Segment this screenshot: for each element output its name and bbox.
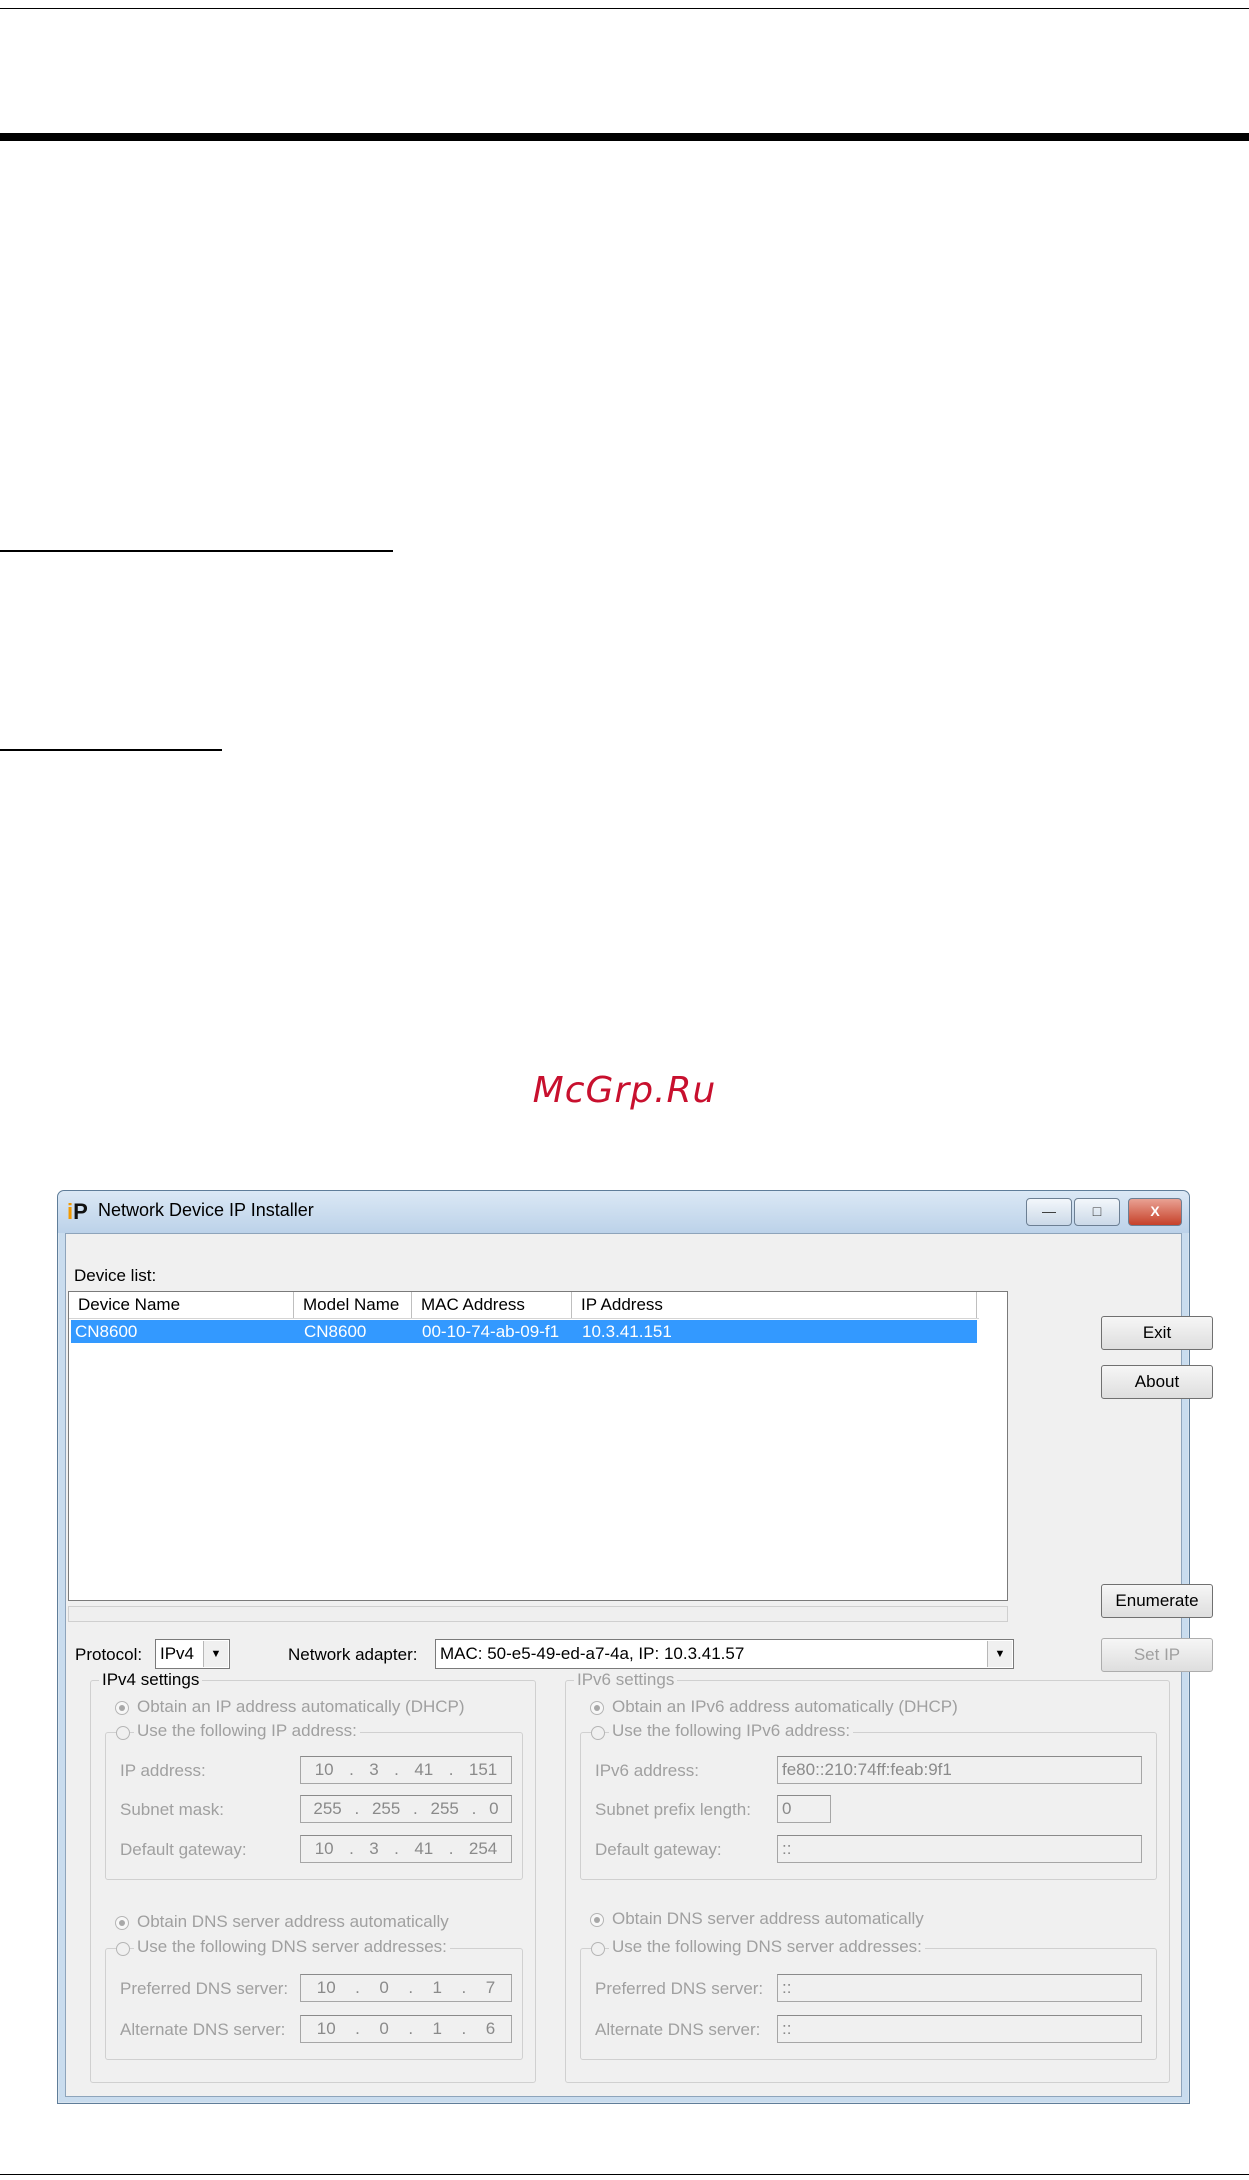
- mac-address-cell: 00-10-74-ab-09-f1: [422, 1322, 560, 1341]
- window-title: Network Device IP Installer: [98, 1200, 314, 1220]
- about-button[interactable]: About: [1101, 1365, 1213, 1399]
- alternate-dns-label: Alternate DNS server:: [120, 2020, 286, 2039]
- ipv4-manual-label: Use the following IP address:: [134, 1721, 360, 1741]
- default-gateway-field[interactable]: 10. 3. 41. 254: [300, 1835, 512, 1863]
- protocol-label: Protocol:: [75, 1645, 143, 1664]
- subnet-prefix-length-field[interactable]: 0: [777, 1795, 831, 1823]
- title-bar[interactable]: iP Network Device IP Installer — □ X: [58, 1191, 1189, 1233]
- ipv6-default-gateway-label: Default gateway:: [595, 1840, 722, 1859]
- set-ip-button[interactable]: Set IP: [1101, 1638, 1213, 1672]
- ipv6-dhcp-label: Obtain an IPv6 address automatically (DH…: [612, 1697, 958, 1716]
- ipv4-dns-manual-label: Use the following DNS server addresses:: [134, 1937, 450, 1957]
- ipv4-manual-group: Use the following IP address: IP address…: [105, 1721, 523, 1880]
- ipv4-dhcp-radio[interactable]: [115, 1701, 129, 1715]
- ipv6-dns-manual-group: Use the following DNS server addresses: …: [580, 1937, 1157, 2060]
- horizontal-scrollbar[interactable]: [68, 1606, 1008, 1622]
- ip-address-label: IP address:: [120, 1761, 206, 1780]
- ip-address-field[interactable]: 10. 3. 41. 151: [300, 1756, 512, 1784]
- ipv4-dns-auto-label: Obtain DNS server address automatically: [137, 1912, 449, 1931]
- ipv6-dns-manual-radio[interactable]: [591, 1942, 605, 1956]
- default-gateway-label: Default gateway:: [120, 1840, 247, 1859]
- top-rule: [0, 8, 1249, 9]
- ipv6-settings-legend: IPv6 settings: [574, 1670, 678, 1690]
- ipv6-alternate-dns-field[interactable]: ::: [777, 2015, 1142, 2043]
- ipv6-address-field[interactable]: fe80::210:74ff:feab:9f1: [777, 1756, 1142, 1784]
- ipv6-settings-group: IPv6 settings Obtain an IPv6 address aut…: [565, 1670, 1170, 2083]
- device-list-label: Device list:: [74, 1266, 157, 1285]
- ip-address-cell: 10.3.41.151: [582, 1322, 672, 1341]
- network-adapter-label: Network adapter:: [288, 1645, 418, 1664]
- section-underline: [0, 550, 393, 552]
- ipv6-dns-auto-radio[interactable]: [590, 1913, 604, 1927]
- protocol-select[interactable]: IPv4 ▼: [155, 1639, 230, 1669]
- vertical-scrollbar[interactable]: [979, 1318, 1007, 1600]
- ipv6-alternate-dns-label: Alternate DNS server:: [595, 2020, 761, 2039]
- ip-installer-app-icon: iP: [67, 1199, 88, 1224]
- alternate-dns-field[interactable]: 10. 0. 1. 6: [300, 2015, 512, 2043]
- header-bar: [0, 133, 1249, 141]
- subnet-mask-field[interactable]: 255. 255. 255. 0: [300, 1795, 512, 1823]
- ipv6-dhcp-radio[interactable]: [590, 1701, 604, 1715]
- ipv4-dns-manual-radio[interactable]: [116, 1942, 130, 1956]
- bottom-rule: [0, 2174, 1249, 2175]
- chevron-down-icon[interactable]: ▼: [203, 1641, 228, 1667]
- ip-installer-window: iP Network Device IP Installer — □ X Dev…: [57, 1190, 1213, 2104]
- ipv6-dns-manual-label: Use the following DNS server addresses:: [609, 1937, 925, 1957]
- watermark: McGrp.Ru: [532, 1070, 717, 1111]
- window-client-area: Device list: Device Name Model Name MAC …: [65, 1233, 1213, 2097]
- column-ip-address[interactable]: IP Address: [572, 1292, 977, 1318]
- preferred-dns-label: Preferred DNS server:: [120, 1979, 289, 1998]
- exit-button[interactable]: Exit: [1101, 1316, 1213, 1350]
- column-device-name[interactable]: Device Name: [69, 1292, 294, 1318]
- ipv4-dns-auto-radio[interactable]: [115, 1916, 129, 1930]
- device-name-cell: CN8600: [75, 1322, 138, 1341]
- device-list[interactable]: Device Name Model Name MAC Address IP Ad…: [68, 1291, 1008, 1601]
- minimize-button[interactable]: —: [1026, 1198, 1072, 1226]
- model-name-cell: CN8600: [304, 1322, 367, 1341]
- ipv4-settings-legend: IPv4 settings: [99, 1670, 203, 1690]
- ipv6-preferred-dns-label: Preferred DNS server:: [595, 1979, 764, 1998]
- ipv6-preferred-dns-field[interactable]: ::: [777, 1974, 1142, 2002]
- close-button[interactable]: X: [1128, 1198, 1182, 1226]
- maximize-button[interactable]: □: [1074, 1198, 1120, 1226]
- ipv6-manual-radio[interactable]: [591, 1726, 605, 1740]
- ipv4-dhcp-label: Obtain an IP address automatically (DHCP…: [137, 1697, 465, 1716]
- ipv6-dns-auto-label: Obtain DNS server address automatically: [612, 1909, 924, 1928]
- preferred-dns-field[interactable]: 10. 0. 1. 7: [300, 1974, 512, 2002]
- ipv6-manual-group: Use the following IPv6 address: IPv6 add…: [580, 1721, 1157, 1880]
- chevron-down-icon[interactable]: ▼: [987, 1641, 1012, 1667]
- ipv6-manual-label: Use the following IPv6 address:: [609, 1721, 854, 1741]
- network-adapter-select[interactable]: MAC: 50-e5-49-ed-a7-4a, IP: 10.3.41.57 ▼: [435, 1639, 1014, 1669]
- subnet-mask-label: Subnet mask:: [120, 1800, 224, 1819]
- network-adapter-value: MAC: 50-e5-49-ed-a7-4a, IP: 10.3.41.57: [440, 1644, 745, 1663]
- ipv4-settings-group: IPv4 settings Obtain an IP address autom…: [90, 1670, 536, 2083]
- enumerate-button[interactable]: Enumerate: [1101, 1584, 1213, 1618]
- subnet-prefix-length-label: Subnet prefix length:: [595, 1800, 751, 1819]
- device-list-header: Device Name Model Name MAC Address IP Ad…: [69, 1292, 1007, 1319]
- ipv6-address-label: IPv6 address:: [595, 1761, 699, 1780]
- section-underline: [0, 749, 222, 751]
- ipv6-default-gateway-field[interactable]: ::: [777, 1835, 1142, 1863]
- column-model-name[interactable]: Model Name: [294, 1292, 412, 1318]
- column-mac-address[interactable]: MAC Address: [412, 1292, 572, 1318]
- ipv4-manual-radio[interactable]: [116, 1726, 130, 1740]
- ipv4-dns-manual-group: Use the following DNS server addresses: …: [105, 1937, 523, 2060]
- table-row[interactable]: CN8600 CN8600 00-10-74-ab-09-f1 10.3.41.…: [71, 1320, 977, 1343]
- protocol-value: IPv4: [160, 1644, 195, 1663]
